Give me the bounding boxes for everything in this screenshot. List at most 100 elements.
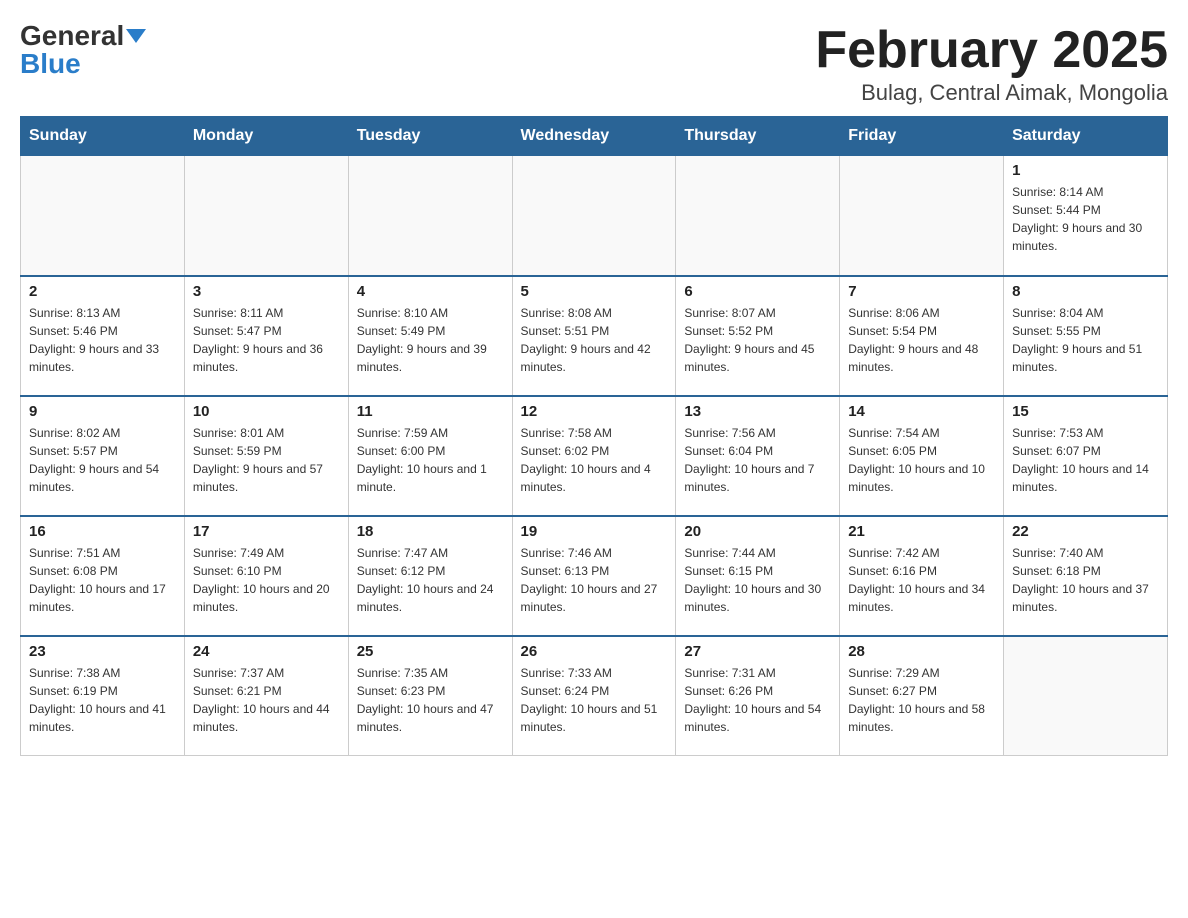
calendar-day-cell: 6 Sunrise: 8:07 AM Sunset: 5:52 PM Daylig…	[676, 276, 840, 396]
day-number: 20	[684, 523, 831, 540]
calendar-day-cell: 23 Sunrise: 7:38 AM Sunset: 6:19 PM Dayli…	[21, 636, 185, 756]
day-info: Sunrise: 7:37 AM Sunset: 6:21 PM Dayligh…	[193, 664, 340, 736]
day-number: 26	[521, 643, 668, 660]
day-info: Sunrise: 7:53 AM Sunset: 6:07 PM Dayligh…	[1012, 424, 1159, 496]
day-number: 28	[848, 643, 995, 660]
day-number: 13	[684, 403, 831, 420]
day-info: Sunrise: 7:44 AM Sunset: 6:15 PM Dayligh…	[684, 544, 831, 616]
calendar-week-row: 16Sunrise: 7:51 AM Sunset: 6:08 PM Dayli…	[21, 516, 1168, 636]
calendar-day-cell: 12 Sunrise: 7:58 AM Sunset: 6:02 PM Dayli…	[512, 396, 676, 516]
logo-blue-text: Blue	[20, 48, 81, 80]
calendar-day-cell: 19 Sunrise: 7:46 AM Sunset: 6:13 PM Dayli…	[512, 516, 676, 636]
calendar-day-cell: 10 Sunrise: 8:01 AM Sunset: 5:59 PM Dayli…	[184, 396, 348, 516]
day-info: Sunrise: 7:59 AM Sunset: 6:00 PM Dayligh…	[357, 424, 504, 496]
header-monday: Monday	[184, 117, 348, 156]
title-block: February 2025 Bulag, Central Aimak, Mong…	[815, 20, 1168, 106]
calendar-day-cell: 22 Sunrise: 7:40 AM Sunset: 6:18 PM Dayli…	[1004, 516, 1168, 636]
day-info: Sunrise: 7:51 AM Sunset: 6:08 PM Dayligh…	[29, 544, 176, 616]
day-info: Sunrise: 7:47 AM Sunset: 6:12 PM Dayligh…	[357, 544, 504, 616]
day-info: Sunrise: 7:33 AM Sunset: 6:24 PM Dayligh…	[521, 664, 668, 736]
calendar-day-cell: 4 Sunrise: 8:10 AM Sunset: 5:49 PM Daylig…	[348, 276, 512, 396]
day-number: 19	[521, 523, 668, 540]
day-number: 10	[193, 403, 340, 420]
header-friday: Friday	[840, 117, 1004, 156]
day-info: Sunrise: 8:01 AM Sunset: 5:59 PM Dayligh…	[193, 424, 340, 496]
calendar-day-cell: 3Sunrise: 8:11 AM Sunset: 5:47 PM Daylig…	[184, 276, 348, 396]
day-info: Sunrise: 7:42 AM Sunset: 6:16 PM Dayligh…	[848, 544, 995, 616]
calendar-day-cell: 16Sunrise: 7:51 AM Sunset: 6:08 PM Dayli…	[21, 516, 185, 636]
day-info: Sunrise: 7:38 AM Sunset: 6:19 PM Dayligh…	[29, 664, 176, 736]
logo: General Blue	[20, 20, 146, 80]
day-number: 25	[357, 643, 504, 660]
calendar-week-row: 23 Sunrise: 7:38 AM Sunset: 6:19 PM Dayli…	[21, 636, 1168, 756]
day-info: Sunrise: 8:02 AM Sunset: 5:57 PM Dayligh…	[29, 424, 176, 496]
day-info: Sunrise: 8:13 AM Sunset: 5:46 PM Dayligh…	[29, 304, 176, 376]
day-number: 12	[521, 403, 668, 420]
day-number: 17	[193, 523, 340, 540]
day-info: Sunrise: 8:08 AM Sunset: 5:51 PM Dayligh…	[521, 304, 668, 376]
day-number: 4	[357, 283, 504, 300]
calendar-day-cell: 28 Sunrise: 7:29 AM Sunset: 6:27 PM Dayli…	[840, 636, 1004, 756]
day-number: 23	[29, 643, 176, 660]
calendar-day-cell: 8 Sunrise: 8:04 AM Sunset: 5:55 PM Daylig…	[1004, 276, 1168, 396]
day-number: 22	[1012, 523, 1159, 540]
calendar-day-cell	[21, 156, 185, 276]
calendar-day-cell: 5 Sunrise: 8:08 AM Sunset: 5:51 PM Daylig…	[512, 276, 676, 396]
calendar-day-cell: 21Sunrise: 7:42 AM Sunset: 6:16 PM Dayli…	[840, 516, 1004, 636]
calendar-day-cell: 9 Sunrise: 8:02 AM Sunset: 5:57 PM Daylig…	[21, 396, 185, 516]
calendar-day-cell: 7 Sunrise: 8:06 AM Sunset: 5:54 PM Daylig…	[840, 276, 1004, 396]
header-saturday: Saturday	[1004, 117, 1168, 156]
day-number: 5	[521, 283, 668, 300]
day-number: 1	[1012, 162, 1159, 179]
calendar-title: February 2025	[815, 20, 1168, 80]
day-number: 18	[357, 523, 504, 540]
calendar-day-cell: 14Sunrise: 7:54 AM Sunset: 6:05 PM Dayli…	[840, 396, 1004, 516]
day-number: 6	[684, 283, 831, 300]
header-wednesday: Wednesday	[512, 117, 676, 156]
day-info: Sunrise: 8:14 AM Sunset: 5:44 PM Dayligh…	[1012, 183, 1159, 255]
calendar-day-cell	[184, 156, 348, 276]
day-info: Sunrise: 7:46 AM Sunset: 6:13 PM Dayligh…	[521, 544, 668, 616]
day-info: Sunrise: 8:10 AM Sunset: 5:49 PM Dayligh…	[357, 304, 504, 376]
calendar-day-cell: 17 Sunrise: 7:49 AM Sunset: 6:10 PM Dayli…	[184, 516, 348, 636]
header-tuesday: Tuesday	[348, 117, 512, 156]
page-header: General Blue February 2025 Bulag, Centra…	[20, 20, 1168, 106]
calendar-day-cell: 26 Sunrise: 7:33 AM Sunset: 6:24 PM Dayli…	[512, 636, 676, 756]
day-number: 8	[1012, 283, 1159, 300]
calendar-day-cell: 25 Sunrise: 7:35 AM Sunset: 6:23 PM Dayli…	[348, 636, 512, 756]
logo-triangle-icon	[126, 29, 146, 43]
day-number: 24	[193, 643, 340, 660]
calendar-day-cell: 13Sunrise: 7:56 AM Sunset: 6:04 PM Dayli…	[676, 396, 840, 516]
day-info: Sunrise: 7:40 AM Sunset: 6:18 PM Dayligh…	[1012, 544, 1159, 616]
day-info: Sunrise: 7:49 AM Sunset: 6:10 PM Dayligh…	[193, 544, 340, 616]
day-info: Sunrise: 7:31 AM Sunset: 6:26 PM Dayligh…	[684, 664, 831, 736]
day-info: Sunrise: 8:06 AM Sunset: 5:54 PM Dayligh…	[848, 304, 995, 376]
calendar-day-cell	[1004, 636, 1168, 756]
calendar-table: Sunday Monday Tuesday Wednesday Thursday…	[20, 116, 1168, 756]
day-number: 11	[357, 403, 504, 420]
calendar-day-cell: 27Sunrise: 7:31 AM Sunset: 6:26 PM Dayli…	[676, 636, 840, 756]
calendar-day-cell: 15Sunrise: 7:53 AM Sunset: 6:07 PM Dayli…	[1004, 396, 1168, 516]
calendar-day-cell: 24 Sunrise: 7:37 AM Sunset: 6:21 PM Dayli…	[184, 636, 348, 756]
calendar-day-cell	[348, 156, 512, 276]
calendar-day-cell	[840, 156, 1004, 276]
header-sunday: Sunday	[21, 117, 185, 156]
day-info: Sunrise: 7:29 AM Sunset: 6:27 PM Dayligh…	[848, 664, 995, 736]
day-info: Sunrise: 8:07 AM Sunset: 5:52 PM Dayligh…	[684, 304, 831, 376]
calendar-day-cell: 1 Sunrise: 8:14 AM Sunset: 5:44 PM Daylig…	[1004, 156, 1168, 276]
day-info: Sunrise: 8:04 AM Sunset: 5:55 PM Dayligh…	[1012, 304, 1159, 376]
day-number: 3	[193, 283, 340, 300]
calendar-week-row: 2 Sunrise: 8:13 AM Sunset: 5:46 PM Daylig…	[21, 276, 1168, 396]
day-number: 9	[29, 403, 176, 420]
calendar-day-cell: 20 Sunrise: 7:44 AM Sunset: 6:15 PM Dayli…	[676, 516, 840, 636]
calendar-header-row: Sunday Monday Tuesday Wednesday Thursday…	[21, 117, 1168, 156]
calendar-day-cell: 2 Sunrise: 8:13 AM Sunset: 5:46 PM Daylig…	[21, 276, 185, 396]
day-number: 7	[848, 283, 995, 300]
calendar-subtitle: Bulag, Central Aimak, Mongolia	[815, 80, 1168, 106]
calendar-day-cell: 11 Sunrise: 7:59 AM Sunset: 6:00 PM Dayli…	[348, 396, 512, 516]
day-info: Sunrise: 7:35 AM Sunset: 6:23 PM Dayligh…	[357, 664, 504, 736]
calendar-day-cell	[676, 156, 840, 276]
day-info: Sunrise: 7:58 AM Sunset: 6:02 PM Dayligh…	[521, 424, 668, 496]
day-number: 14	[848, 403, 995, 420]
day-number: 2	[29, 283, 176, 300]
